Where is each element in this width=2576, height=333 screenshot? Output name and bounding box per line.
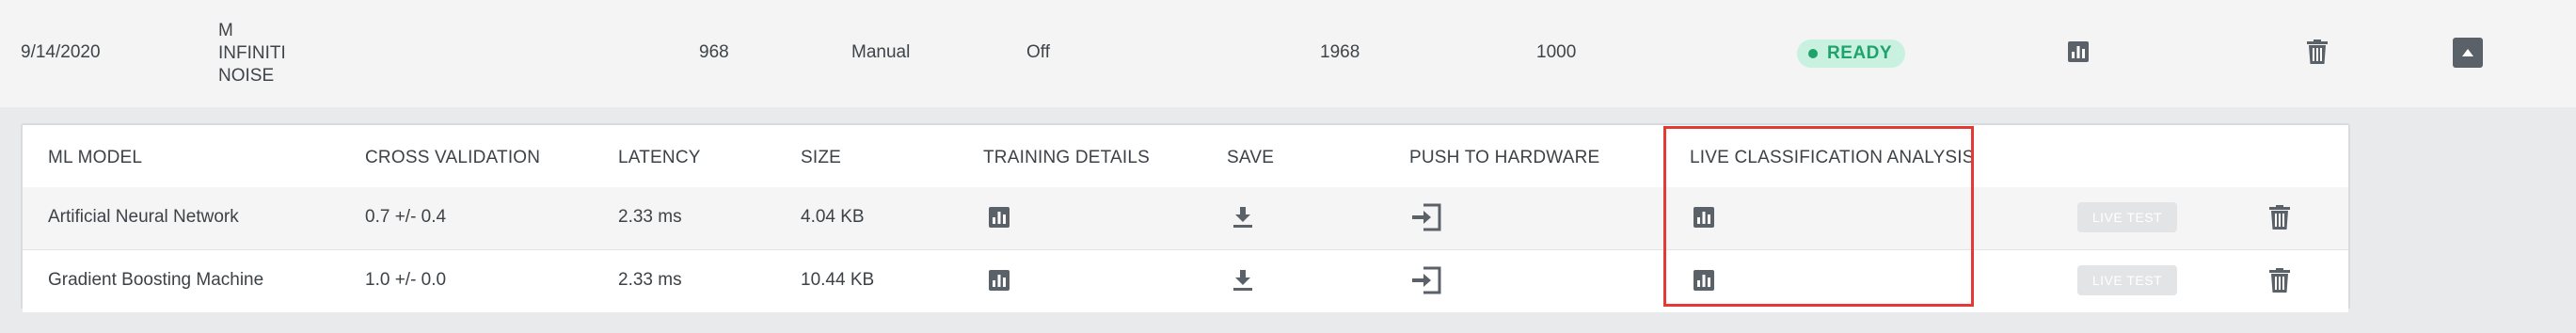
chevron-up-icon [2462, 49, 2473, 56]
trash-icon[interactable] [2269, 205, 2290, 234]
trash-icon[interactable] [2269, 268, 2290, 297]
expand-toggle-button[interactable] [2453, 38, 2483, 68]
table-header: ML MODEL CROSS VALIDATION LATENCY SIZE T… [23, 125, 2348, 187]
model-name: Gradient Boosting Machine [48, 270, 264, 290]
bar-chart-icon[interactable] [989, 270, 1010, 295]
size-value: 10.44 KB [801, 270, 875, 290]
header-cross-validation: CROSS VALIDATION [365, 148, 541, 167]
capture-summary-row: 9/14/2020 M INFINITI NOISE 968 Manual Of… [0, 0, 2576, 107]
status-dot-icon [1808, 49, 1818, 58]
header-training-details: TRAINING DETAILS [983, 148, 1151, 167]
push-to-hardware-icon[interactable] [1410, 266, 1442, 299]
live-test-button[interactable]: LIVE TEST [2077, 202, 2177, 232]
name-line: INFINITI [218, 43, 286, 63]
status-badge: READY [1797, 40, 1905, 68]
status-label: READY [1827, 43, 1893, 63]
latency-value: 2.33 ms [618, 207, 682, 227]
header-save: SAVE [1227, 148, 1275, 167]
toggle-cell: Off [1026, 42, 1050, 62]
name-line: NOISE [218, 66, 275, 86]
name-cell: M INFINITI NOISE [218, 20, 286, 87]
value-cell: 1968 [1320, 42, 1360, 62]
trash-icon[interactable] [2307, 40, 2328, 64]
size-value: 4.04 KB [801, 207, 865, 227]
bar-chart-icon[interactable] [989, 207, 1010, 232]
value-cell: 1000 [1536, 42, 1577, 62]
name-line: M [218, 21, 233, 40]
download-icon[interactable] [1233, 207, 1252, 232]
table-row: Gradient Boosting Machine 1.0 +/- 0.0 2.… [23, 249, 2348, 312]
header-size: SIZE [801, 148, 842, 167]
mode-cell: Manual [851, 42, 911, 62]
value-cell: 968 [699, 42, 729, 62]
live-classification-highlight [1663, 126, 1974, 307]
cross-validation-value: 1.0 +/- 0.0 [365, 270, 447, 290]
date-cell: 9/14/2020 [21, 42, 101, 62]
table-row: Artificial Neural Network 0.7 +/- 0.4 2.… [23, 187, 2348, 249]
header-push-to-hardware: PUSH TO HARDWARE [1409, 148, 1600, 167]
download-icon[interactable] [1233, 270, 1252, 295]
bar-chart-icon[interactable] [2068, 41, 2089, 62]
latency-value: 2.33 ms [618, 270, 682, 290]
cross-validation-value: 0.7 +/- 0.4 [365, 207, 447, 227]
header-ml-model: ML MODEL [48, 148, 143, 167]
model-name: Artificial Neural Network [48, 207, 239, 227]
header-latency: LATENCY [618, 148, 701, 167]
live-test-button[interactable]: LIVE TEST [2077, 265, 2177, 295]
push-to-hardware-icon[interactable] [1410, 203, 1442, 236]
models-table: ML MODEL CROSS VALIDATION LATENCY SIZE T… [21, 123, 2350, 312]
